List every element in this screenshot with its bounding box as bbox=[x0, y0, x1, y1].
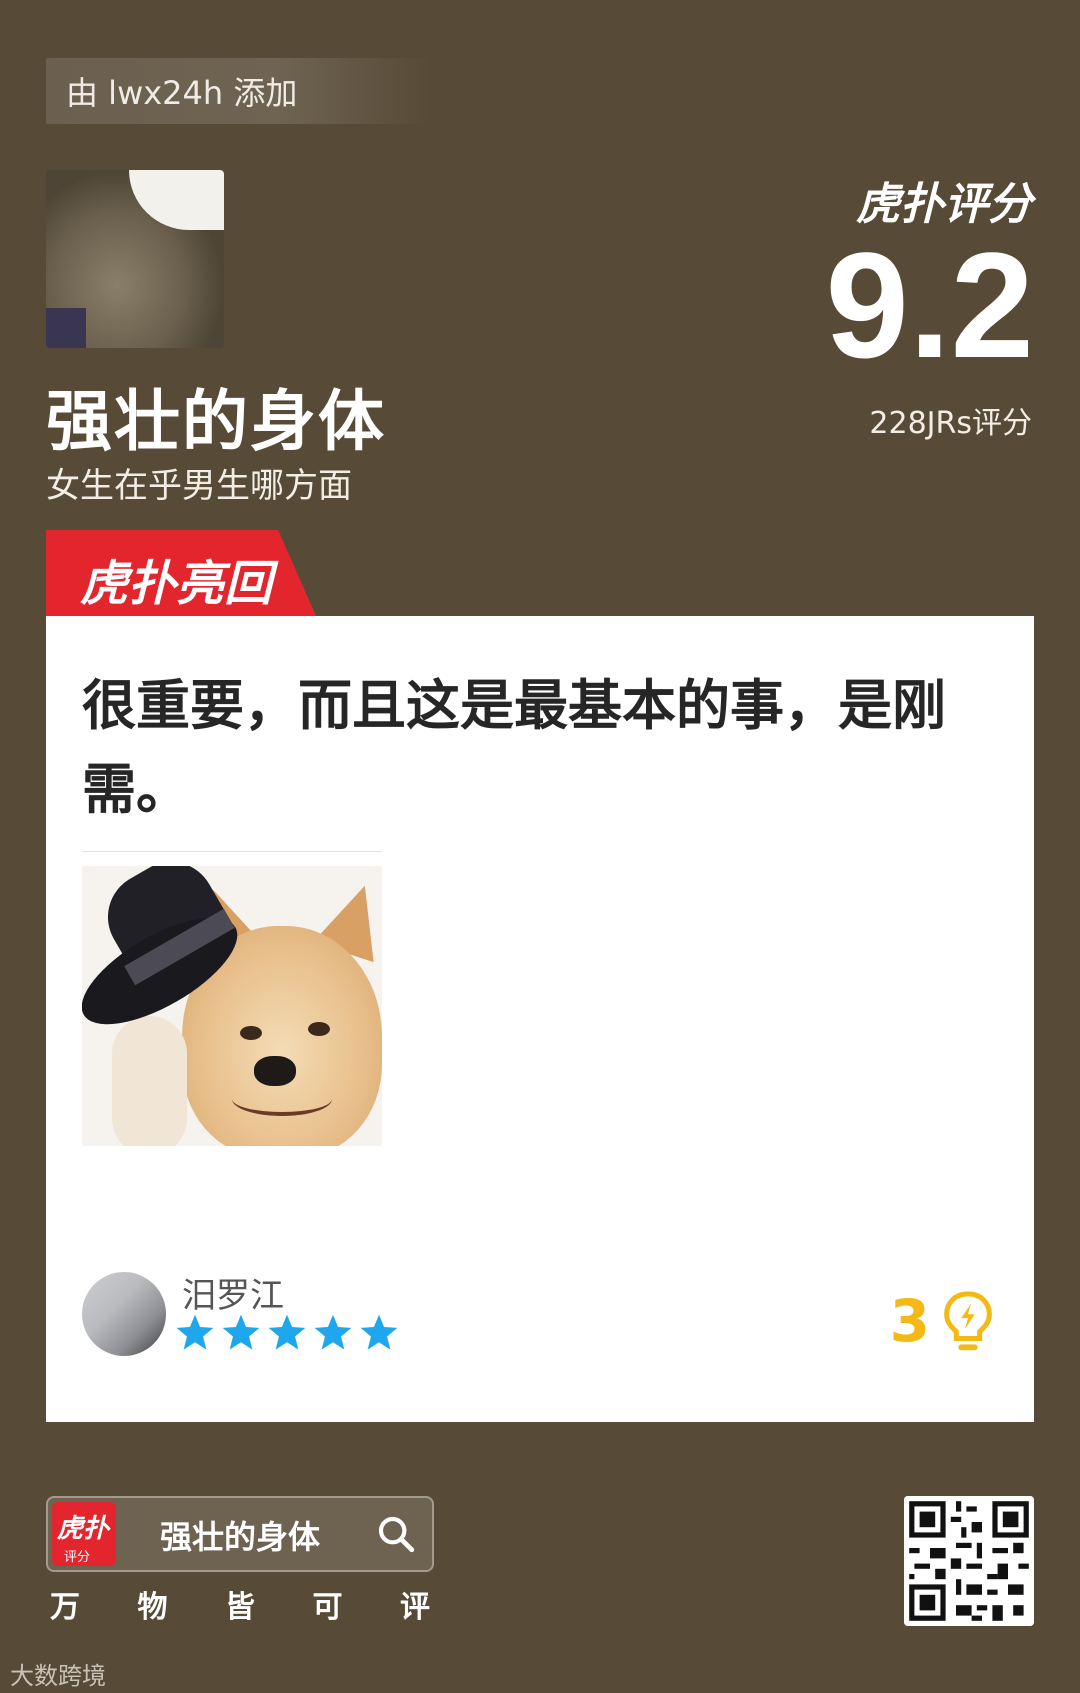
topic-subtitle: 女生在乎男生哪方面 bbox=[46, 466, 352, 506]
slogan-char: 可 bbox=[312, 1590, 343, 1625]
rating-count: 228JRs评分 bbox=[869, 406, 1032, 441]
app-logo-text: 虎扑 bbox=[57, 1514, 110, 1544]
star-icon bbox=[360, 1314, 398, 1350]
star-icon bbox=[222, 1314, 260, 1350]
watermark: 大数跨境 bbox=[10, 1656, 106, 1691]
slogan-char: 皆 bbox=[225, 1590, 255, 1625]
user-avatar[interactable] bbox=[82, 1272, 166, 1356]
user-rating-stars bbox=[174, 1312, 400, 1354]
star-icon bbox=[176, 1314, 214, 1350]
dog-mouth bbox=[232, 1082, 332, 1116]
slogan-char: 评 bbox=[400, 1590, 430, 1625]
added-by-text: 由 lwx24h 添加 bbox=[66, 74, 298, 112]
slogan: 万 物 皆 可 评 bbox=[50, 1582, 430, 1626]
search-query: 强壮的身体 bbox=[160, 1518, 321, 1556]
app-logo-sub: 评分 bbox=[64, 1550, 91, 1565]
dog-eye-left bbox=[240, 1026, 262, 1040]
dog-paw bbox=[112, 1016, 187, 1146]
app-logo: 虎扑 评分 bbox=[52, 1502, 116, 1566]
topic-thumbnail[interactable] bbox=[46, 170, 224, 348]
lightbulb-icon[interactable] bbox=[940, 1290, 996, 1356]
reply-image[interactable] bbox=[82, 866, 382, 1146]
star-icon bbox=[268, 1314, 306, 1350]
user-name[interactable]: 汨罗江 bbox=[182, 1268, 284, 1317]
watermark-text: 大数跨境 bbox=[10, 1662, 106, 1690]
highlight-reply-tag: 虎扑亮回复 bbox=[46, 530, 316, 616]
rating-score: 9.2 bbox=[825, 221, 1034, 389]
slogan-char: 万 bbox=[50, 1590, 80, 1625]
star-icon bbox=[314, 1314, 352, 1350]
qr-code[interactable] bbox=[904, 1496, 1034, 1626]
search-icon[interactable] bbox=[376, 1514, 416, 1554]
thumbnail-shadow bbox=[46, 308, 86, 348]
added-by-banner: 由 lwx24h 添加 bbox=[46, 58, 432, 124]
thumbnail-highlight bbox=[129, 170, 224, 230]
topic-title: 强壮的身体 bbox=[46, 383, 386, 460]
reply-text: 很重要，而且这是最基本的事，是刚需。 bbox=[82, 674, 946, 821]
image-divider bbox=[82, 851, 382, 852]
search-bar[interactable]: 虎扑 评分 强壮的身体 bbox=[46, 1496, 434, 1572]
slogan-char: 物 bbox=[137, 1590, 168, 1625]
reply-card[interactable]: 很重要，而且这是最基本的事，是刚需。 汨罗江 3 bbox=[46, 616, 1034, 1422]
dog-eye-right bbox=[308, 1022, 330, 1036]
like-count: 3 bbox=[889, 1287, 930, 1355]
